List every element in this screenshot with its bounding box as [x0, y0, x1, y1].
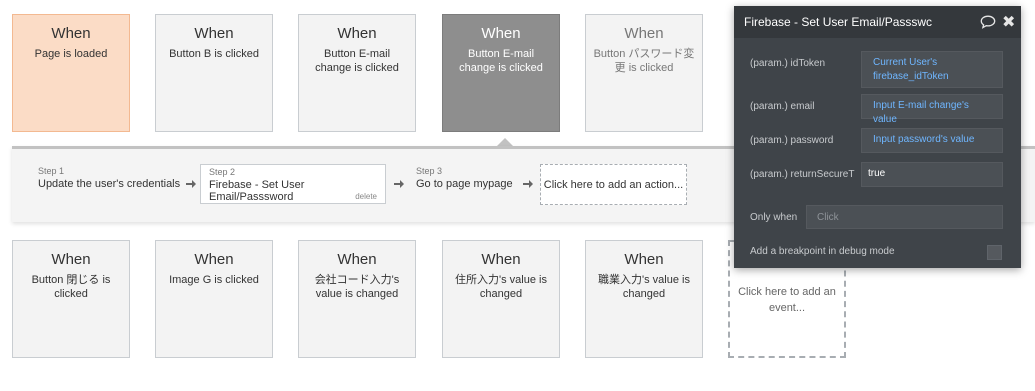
event-occupation-changed[interactable]: When 職業入力's value is changed	[585, 240, 703, 358]
action-property-editor: Firebase - Set User Email/Passswc ✖ (par…	[734, 6, 1021, 268]
param-label-password: (param.) password	[750, 135, 834, 146]
only-when-label: Only when	[750, 212, 798, 223]
event-description: Button パスワード変更 is clicked	[593, 48, 695, 74]
param-field-email[interactable]: Input E-mail change's value	[861, 94, 1003, 125]
event-when-label: When	[51, 251, 91, 268]
step-name: Firebase - Set User Email/Passsword	[209, 179, 305, 203]
event-page-loaded[interactable]: When Page is loaded	[12, 14, 130, 132]
event-image-g-clicked[interactable]: When Image G is clicked	[155, 240, 273, 358]
event-description: Button 閉じる is clicked	[31, 274, 111, 300]
param-label-returnsecuretoken: (param.) returnSecureT	[750, 169, 855, 180]
param-field-idtoken[interactable]: Current User's firebase_idToken	[861, 51, 1003, 88]
workflow-step-2[interactable]: Step 2 Firebase - Set User Email/Passswo…	[200, 164, 386, 204]
event-company-code-changed[interactable]: When 会社コード入力's value is changed	[298, 240, 416, 358]
event-description: Button B is clicked	[169, 48, 259, 60]
event-description: Button E-mail change is clicked	[459, 48, 543, 74]
step-number: Step 3	[416, 166, 443, 176]
step-name: Go to page mypage	[416, 178, 513, 190]
workflow-step-3[interactable]: Step 3 Go to page mypage	[416, 166, 513, 190]
only-when-input[interactable]: Click	[806, 205, 1003, 229]
event-when-label: When	[337, 251, 377, 268]
param-label-email: (param.) email	[750, 101, 815, 112]
event-description: 職業入力's value is changed	[598, 274, 690, 300]
workflow-step-1[interactable]: Step 1 Update the user's credentials	[38, 166, 180, 190]
param-field-password[interactable]: Input password's value	[861, 128, 1003, 153]
event-description: Button E-mail change is clicked	[315, 48, 399, 74]
event-description: 会社コード入力's value is changed	[314, 274, 400, 300]
arrow-right-icon	[186, 180, 196, 188]
close-icon[interactable]: ✖	[1002, 14, 1015, 30]
arrow-right-icon	[394, 180, 404, 188]
step-number: Step 2	[209, 167, 236, 177]
param-field-returnsecuretoken[interactable]: true	[861, 162, 1003, 187]
event-button-close-clicked[interactable]: When Button 閉じる is clicked	[12, 240, 130, 358]
event-when-label: When	[337, 25, 377, 42]
comment-icon[interactable]	[980, 15, 996, 29]
event-button-email-change-clicked-selected[interactable]: When Button E-mail change is clicked	[442, 14, 560, 132]
step-number: Step 1	[38, 166, 65, 176]
event-when-label: When	[194, 251, 234, 268]
selected-event-pointer	[497, 138, 513, 146]
event-when-label: When	[481, 25, 521, 42]
delete-step-link[interactable]: delete	[355, 192, 377, 201]
panel-title: Firebase - Set User Email/Passswc	[744, 15, 933, 29]
add-action-button[interactable]: Click here to add an action...	[540, 164, 687, 205]
event-description: Page is loaded	[34, 48, 108, 60]
event-description: Image G is clicked	[169, 274, 259, 286]
breakpoint-checkbox[interactable]	[987, 245, 1002, 260]
arrow-right-icon	[523, 180, 533, 188]
panel-header[interactable]: Firebase - Set User Email/Passswc ✖	[734, 6, 1021, 38]
event-when-label: When	[624, 25, 664, 42]
add-event-label: Click here to add an event...	[738, 286, 836, 314]
event-button-b-clicked[interactable]: When Button B is clicked	[155, 14, 273, 132]
event-address-changed[interactable]: When 住所入力's value is changed	[442, 240, 560, 358]
event-description: 住所入力's value is changed	[455, 274, 547, 300]
param-label-idtoken: (param.) idToken	[750, 58, 826, 69]
event-when-label: When	[194, 25, 234, 42]
step-name: Update the user's credentials	[38, 178, 181, 190]
event-button-email-change-clicked[interactable]: When Button E-mail change is clicked	[298, 14, 416, 132]
breakpoint-label: Add a breakpoint in debug mode	[750, 246, 895, 257]
workflow-editor: When Page is loaded When Button B is cli…	[0, 0, 1035, 391]
event-when-label: When	[51, 25, 91, 42]
only-when-placeholder: Click	[817, 212, 839, 223]
event-button-password-change-clicked[interactable]: When Button パスワード変更 is clicked	[585, 14, 703, 132]
event-when-label: When	[481, 251, 521, 268]
event-when-label: When	[624, 251, 664, 268]
